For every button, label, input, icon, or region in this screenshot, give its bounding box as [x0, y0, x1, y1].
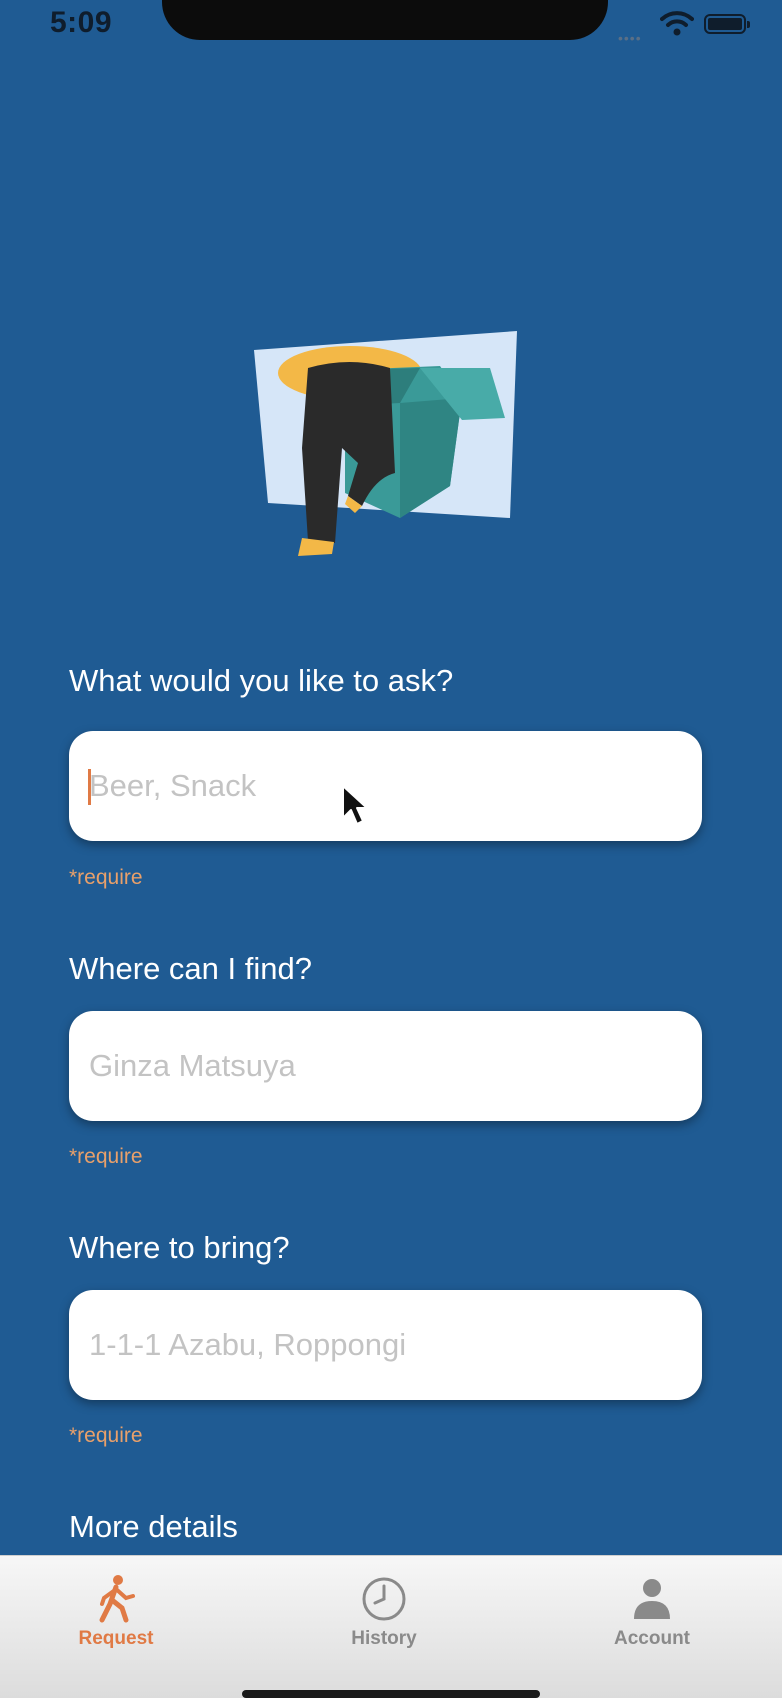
walking-person-icon [36, 1574, 196, 1624]
tab-request[interactable]: Request [36, 1574, 196, 1650]
bring-require-note: *require [69, 1424, 143, 1447]
find-require-note: *require [69, 1145, 143, 1168]
tab-account[interactable]: Account [572, 1574, 732, 1650]
find-label: Where can I find? [69, 951, 312, 986]
ask-require-note: *require [69, 866, 143, 889]
tab-bar: Request History Account [0, 1555, 782, 1698]
find-input-placeholder: Ginza Matsuya [89, 1048, 296, 1083]
wifi-icon [660, 10, 694, 41]
ask-input[interactable]: Beer, Snack [69, 731, 702, 841]
person-icon [572, 1574, 732, 1624]
ask-label: What would you like to ask? [69, 663, 454, 698]
ask-input-placeholder: Beer, Snack [89, 768, 257, 803]
status-time: 5:09 [50, 6, 113, 39]
bring-input-placeholder: 1-1-1 Azabu, Roppongi [89, 1327, 407, 1362]
text-caret [88, 769, 91, 805]
clock-icon [304, 1574, 464, 1624]
tab-account-label: Account [614, 1628, 690, 1649]
signal-dots-icon: •••• [618, 30, 642, 46]
person-in-box-illustration [250, 328, 525, 564]
tab-history-label: History [351, 1628, 417, 1649]
request-screen: 5:09 •••• What would you like to ask? Be… [0, 0, 782, 1698]
home-indicator[interactable] [242, 1690, 540, 1698]
more-details-label: More details [69, 1509, 238, 1544]
tab-history[interactable]: History [304, 1574, 464, 1650]
tab-request-label: Request [78, 1628, 154, 1649]
mouse-pointer-icon [341, 784, 369, 833]
device-notch [162, 0, 608, 40]
bring-input[interactable]: 1-1-1 Azabu, Roppongi [69, 1290, 702, 1400]
bring-label: Where to bring? [69, 1230, 290, 1265]
battery-icon [704, 14, 750, 34]
find-input[interactable]: Ginza Matsuya [69, 1011, 702, 1121]
